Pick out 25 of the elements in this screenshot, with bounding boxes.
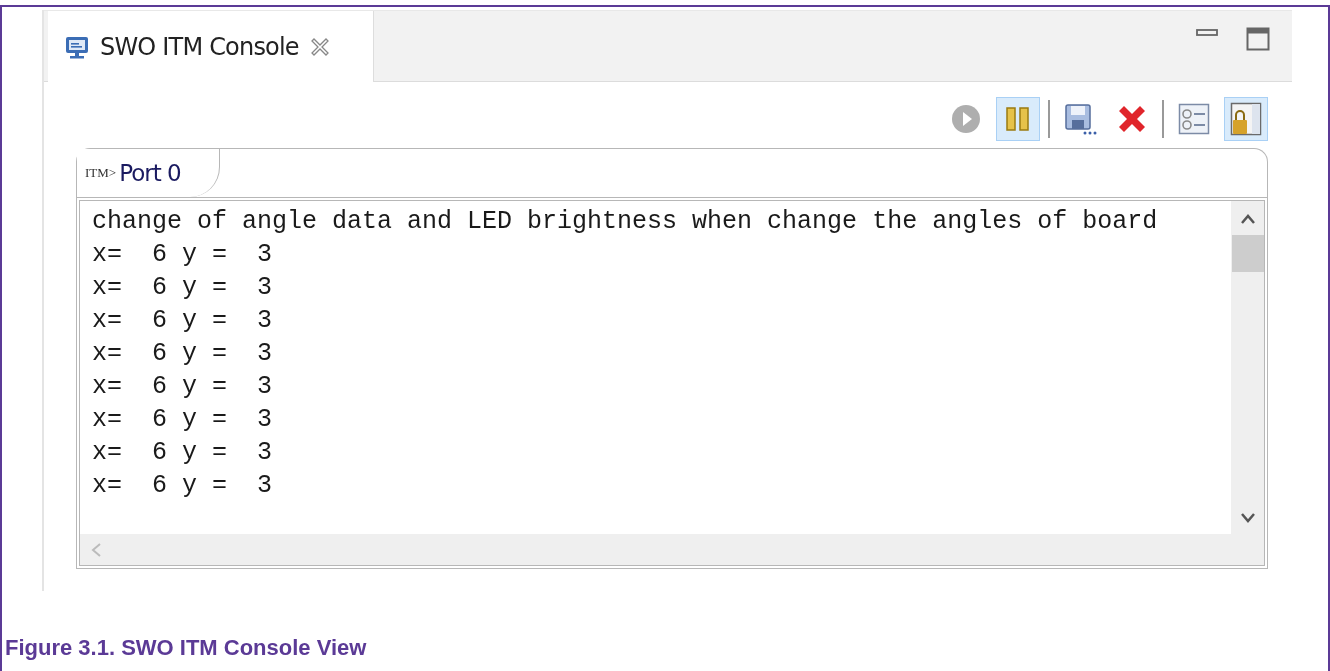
pause-icon (1004, 105, 1032, 133)
console-line: change of angle data and LED brightness when change the angles of board (92, 206, 1159, 238)
maximize-icon[interactable] (1246, 27, 1270, 51)
horizontal-scrollbar[interactable] (80, 534, 1264, 565)
console-line: x= 6 y = 3 (92, 404, 274, 436)
play-icon (950, 103, 982, 135)
console-line: x= 6 y = 3 (92, 371, 274, 403)
pause-button[interactable] (996, 97, 1040, 141)
chevron-up-icon[interactable] (1239, 213, 1256, 225)
minimize-icon[interactable] (1196, 27, 1218, 39)
figure-caption: Figure 3.1. SWO ITM Console View (5, 635, 368, 661)
console-line: x= 6 y = 3 (92, 338, 274, 370)
console-line: x= 6 y = 3 (92, 272, 274, 304)
console-line: x= 6 y = 3 (92, 437, 274, 469)
console-line: x= 6 y = 3 (92, 470, 274, 502)
scroll-lock-icon (1230, 102, 1262, 136)
floppy-disk-icon (1063, 102, 1097, 136)
view-tab[interactable]: SWO ITM Console (48, 11, 374, 82)
list-icon (1178, 103, 1210, 135)
vertical-scrollbar[interactable] (1231, 201, 1264, 534)
scroll-lock-button[interactable] (1224, 97, 1268, 141)
console-line: x= 6 y = 3 (92, 305, 274, 337)
chevron-down-icon[interactable] (1239, 512, 1256, 524)
console-line: x= 6 y = 3 (92, 239, 274, 271)
scrollbar-thumb[interactable] (1231, 235, 1264, 272)
